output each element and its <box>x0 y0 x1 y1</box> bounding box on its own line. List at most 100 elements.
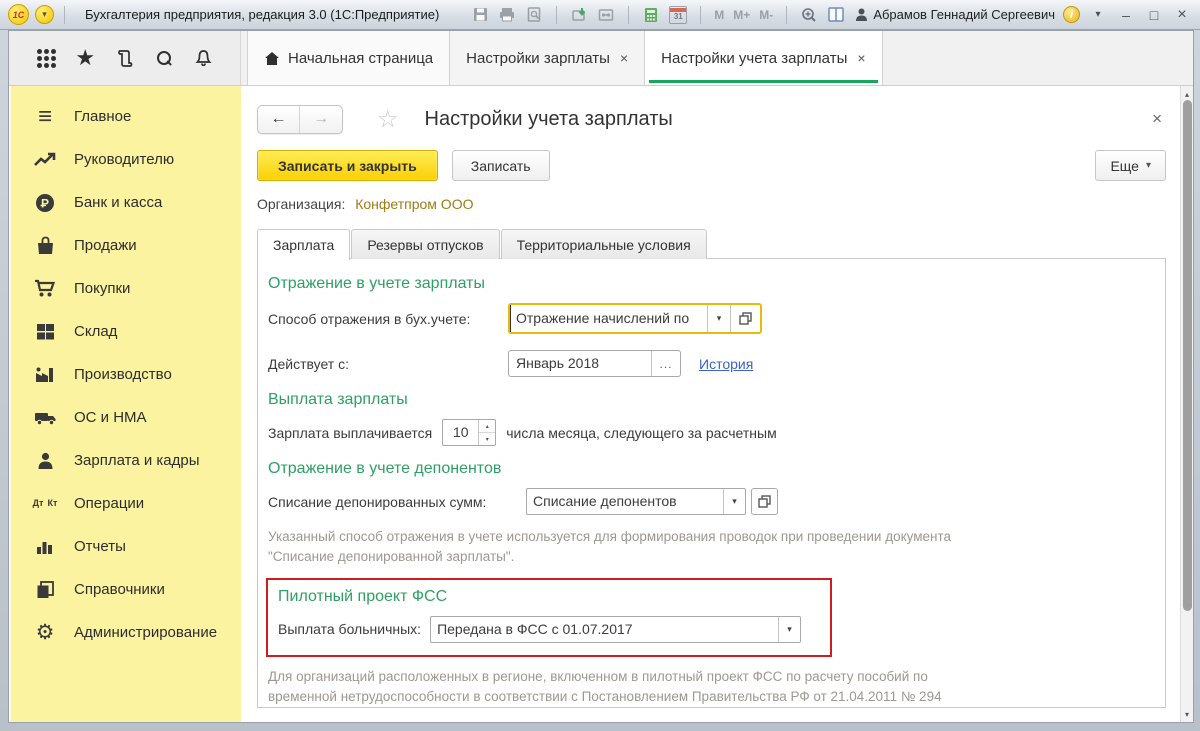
1c-logo-icon: 1С <box>8 4 29 25</box>
scroll-down-icon[interactable]: ▾ <box>1185 708 1189 720</box>
form-tab-territorial[interactable]: Территориальные условия <box>500 229 707 259</box>
preview-icon[interactable] <box>525 6 543 24</box>
dropdown-arrow-icon[interactable]: ▾ <box>723 489 745 514</box>
sick-pay-value[interactable]: Передана в ФСС с 01.07.2017 <box>431 617 778 642</box>
sidebar-item-warehouse[interactable]: Склад <box>11 310 241 353</box>
maximize-button[interactable]: □ <box>1144 7 1164 23</box>
person-icon <box>33 449 57 473</box>
close-window-button[interactable]: × <box>1172 6 1192 24</box>
sidebar-item-production[interactable]: Производство <box>11 353 241 396</box>
vertical-scrollbar[interactable]: ▴ ▾ <box>1180 86 1193 722</box>
divider <box>556 5 558 24</box>
valid-from-label: Действует с: <box>268 355 349 372</box>
shopping-cart-icon <box>33 277 57 301</box>
info-icon[interactable]: i <box>1063 6 1080 23</box>
split-window-icon[interactable] <box>827 6 845 24</box>
valid-from-value[interactable]: Январь 2018 <box>509 351 651 376</box>
stepper-buttons[interactable]: ▴ ▾ <box>478 420 496 445</box>
sidebar-item-bank-cash[interactable]: Р Банк и касса <box>11 181 241 224</box>
form-tab-salary[interactable]: Зарплата <box>257 229 351 260</box>
sidebar-item-salary-hr[interactable]: Зарплата и кадры <box>11 439 241 482</box>
document-form: ← → ☆ Настройки учета зарплаты × Записат… <box>241 86 1180 722</box>
scrollbar-track[interactable] <box>1182 100 1192 708</box>
valid-from-input[interactable]: Январь 2018 ... <box>508 350 681 377</box>
sidebar-item-sales[interactable]: Продажи <box>11 224 241 267</box>
stepper-down-icon[interactable]: ▾ <box>479 433 495 445</box>
deponents-writeoff-combobox[interactable]: Списание депонентов ▾ <box>526 488 746 515</box>
books-icon <box>33 578 57 602</box>
open-icon <box>758 495 771 508</box>
pay-day-prefix-label: Зарплата выплачивается <box>268 424 433 441</box>
dropdown-arrow-icon[interactable]: ▾ <box>707 305 730 332</box>
tab-salary-settings[interactable]: Настройки зарплаты × <box>450 31 646 85</box>
sidebar-item-purchases[interactable]: Покупки <box>11 267 241 310</box>
tab-salary-accounting-settings[interactable]: Настройки учета зарплаты × <box>645 31 883 85</box>
divider <box>700 5 702 24</box>
save-icon[interactable] <box>471 6 489 24</box>
add-link-icon[interactable] <box>570 6 588 24</box>
deponents-writeoff-value[interactable]: Списание депонентов <box>527 489 723 514</box>
calculator-icon[interactable] <box>642 6 660 24</box>
svg-text:Р: Р <box>41 196 49 210</box>
user-icon <box>856 8 868 21</box>
divider <box>628 5 630 24</box>
organization-label: Организация: <box>257 196 346 212</box>
save-button[interactable]: Записать <box>451 150 550 181</box>
sidebar-item-fixed-assets[interactable]: ОС и НМА <box>11 396 241 439</box>
history-icon[interactable] <box>112 45 138 71</box>
pay-day-value[interactable]: 10 <box>443 420 478 445</box>
zoom-in-icon[interactable] <box>800 6 818 24</box>
more-button[interactable]: Еще ▾ <box>1095 150 1166 181</box>
sections-menu-icon[interactable] <box>33 45 59 71</box>
pay-day-stepper[interactable]: 10 ▴ ▾ <box>442 419 497 446</box>
sidebar-item-directories[interactable]: Справочники <box>11 568 241 611</box>
form-tab-vacation-reserves[interactable]: Резервы отпусков <box>351 229 500 259</box>
home-icon <box>265 51 279 65</box>
favorite-star-icon[interactable]: ☆ <box>377 105 399 134</box>
stepper-up-icon[interactable]: ▴ <box>479 420 496 433</box>
history-link[interactable]: История <box>699 356 753 372</box>
memory-m-button[interactable]: M <box>714 8 724 22</box>
deponents-hint-text: Указанный способ отражения в учете испол… <box>268 529 952 565</box>
tab-home[interactable]: Начальная страница <box>247 31 451 85</box>
favorites-icon[interactable]: ★ <box>72 45 98 71</box>
section-title-deponents: Отражение в учете депонентов <box>268 460 502 477</box>
workspace: ★ Начальная страница Настройки зарплаты … <box>8 30 1194 723</box>
sidebar-item-manager[interactable]: Руководителю <box>11 138 241 181</box>
scrollbar-thumb[interactable] <box>1182 100 1192 611</box>
deponents-writeoff-label: Списание депонированных сумм: <box>268 493 487 510</box>
reflect-method-value[interactable]: Отражение начислений по <box>510 305 707 332</box>
calendar-icon[interactable]: 31 <box>669 5 688 24</box>
back-button[interactable]: ← <box>258 105 300 133</box>
reflect-method-combobox[interactable]: Отражение начислений по ▾ <box>508 303 762 334</box>
scroll-up-icon[interactable]: ▴ <box>1185 88 1189 100</box>
open-item-button[interactable] <box>751 488 778 515</box>
minimize-button[interactable]: – <box>1116 7 1136 23</box>
chevron-down-icon[interactable]: ▾ <box>1088 9 1108 20</box>
bar-chart-icon <box>33 535 57 559</box>
ellipsis-button[interactable]: ... <box>651 351 680 376</box>
close-tab-icon[interactable]: × <box>620 50 628 66</box>
current-user[interactable]: Абрамов Геннадий Сергеевич <box>855 7 1055 22</box>
sidebar-item-administration[interactable]: ⚙ Администрирование <box>11 611 241 654</box>
sick-pay-combobox[interactable]: Передана в ФСС с 01.07.2017 ▾ <box>430 615 802 643</box>
memory-m-minus-button[interactable]: M- <box>759 8 773 22</box>
sidebar-item-reports[interactable]: Отчеты <box>11 525 241 568</box>
notifications-bell-icon[interactable] <box>190 45 216 71</box>
close-tab-icon[interactable]: × <box>857 50 865 66</box>
reflect-method-label: Способ отражения в бух.учете: <box>268 310 471 327</box>
user-name: Абрамов Геннадий Сергеевич <box>873 7 1055 22</box>
organization-value[interactable]: Конфетпром ООО <box>355 196 473 212</box>
save-and-close-button[interactable]: Записать и закрыть <box>257 150 438 181</box>
dropdown-arrow-icon[interactable]: ▾ <box>778 616 800 642</box>
close-form-icon[interactable]: × <box>1152 109 1166 129</box>
search-icon[interactable] <box>151 45 177 71</box>
print-icon[interactable] <box>498 6 516 24</box>
go-link-icon[interactable] <box>597 6 615 24</box>
forward-button[interactable]: → <box>300 106 342 133</box>
sidebar-item-main[interactable]: ≡ Главное <box>11 95 241 138</box>
system-menu-icon[interactable]: ▾ <box>35 5 54 24</box>
open-item-button[interactable] <box>730 305 760 332</box>
sidebar-item-operations[interactable]: Дт Кт Операции <box>11 482 241 525</box>
memory-m-plus-button[interactable]: M+ <box>733 8 750 22</box>
